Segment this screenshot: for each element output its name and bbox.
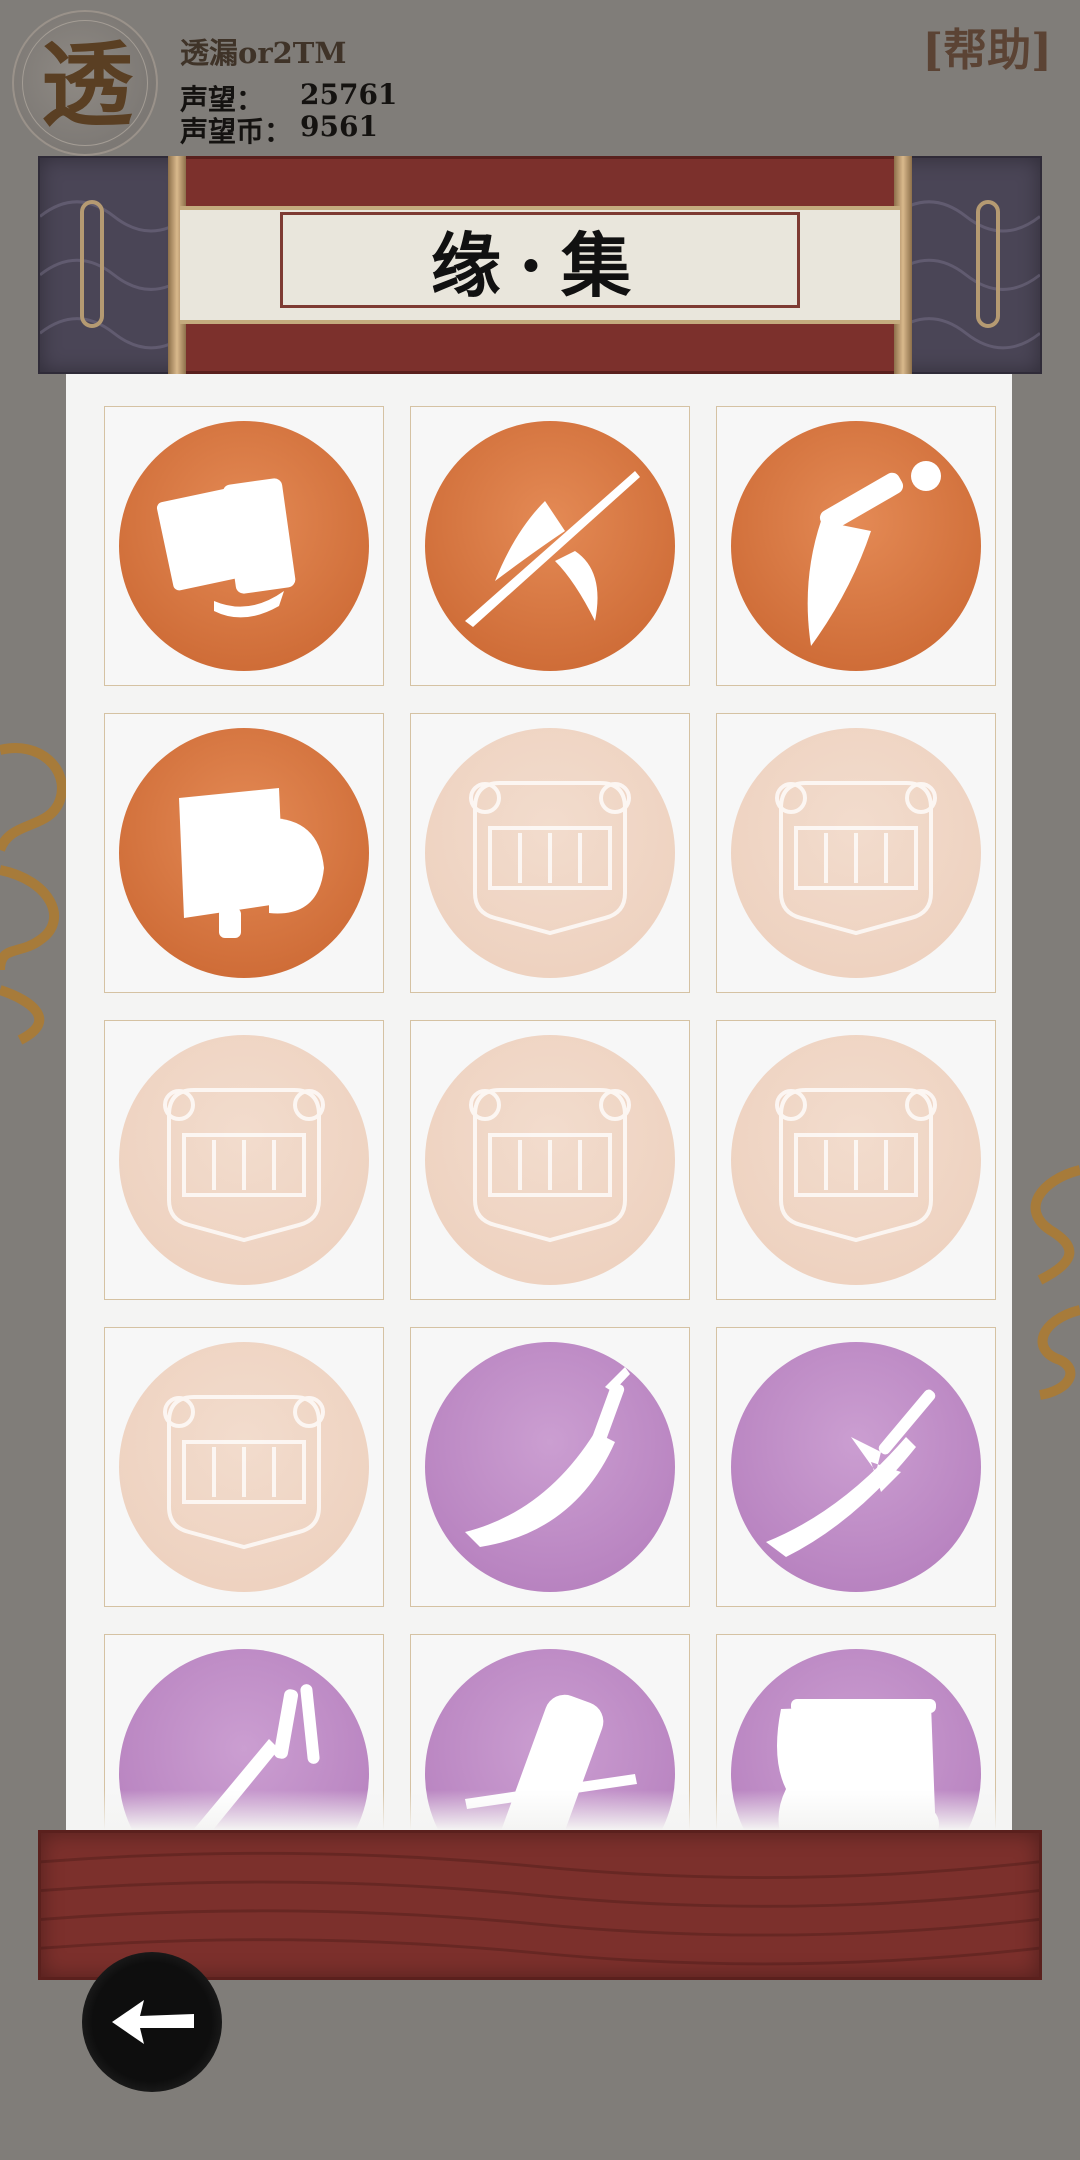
- coin-label: 声望币：: [180, 115, 293, 148]
- scroll-book-item[interactable]: [104, 406, 384, 686]
- faded-disc: [731, 728, 981, 978]
- gold-swirl-decoration-right: [1030, 1165, 1080, 1400]
- orange-disc: [119, 728, 369, 978]
- faded-disc: [425, 1035, 675, 1285]
- locked-item-5[interactable]: [410, 713, 690, 993]
- faded-disc: [425, 728, 675, 978]
- coin-row: 声望币： 9561: [180, 110, 378, 150]
- lock-seal-icon: [163, 1088, 325, 1243]
- locked-item-10[interactable]: [104, 1327, 384, 1607]
- halberd-item[interactable]: [410, 406, 690, 686]
- bamboo-book-icon: [179, 788, 324, 938]
- faded-disc: [119, 1342, 369, 1592]
- broadsword-icon: [465, 1367, 630, 1547]
- locked-item-7[interactable]: [104, 1020, 384, 1300]
- book-scroll-icon: [156, 478, 296, 618]
- serrated-spear-icon: [766, 1389, 936, 1557]
- lock-seal-icon: [469, 781, 631, 936]
- lock-seal-icon: [163, 1395, 325, 1550]
- title-frame: 缘·集: [280, 212, 800, 308]
- locked-item-6[interactable]: [716, 713, 996, 993]
- player-avatar[interactable]: 透: [12, 10, 158, 156]
- lock-seal-icon: [775, 1088, 937, 1243]
- coin-value: 9561: [300, 110, 378, 143]
- panel-fade: [66, 1790, 1012, 1830]
- purple-disc: [731, 1342, 981, 1592]
- halberd-icon: [465, 471, 640, 627]
- lock-seal-icon: [775, 781, 937, 936]
- scroll-hook-right: [976, 200, 1000, 328]
- reputation-value: 25761: [300, 78, 398, 111]
- orange-disc: [425, 421, 675, 671]
- orange-disc: [119, 421, 369, 671]
- help-button[interactable]: [帮助]: [922, 14, 1052, 78]
- faded-disc: [119, 1035, 369, 1285]
- curved-dagger-icon: [807, 461, 941, 646]
- back-button[interactable]: [82, 1952, 222, 2092]
- page-title: 缘·集: [430, 223, 650, 307]
- scroll-hook-left: [80, 200, 104, 328]
- broadsword-item[interactable]: [410, 1327, 690, 1607]
- back-arrow-icon: [112, 2000, 194, 2044]
- player-name: 透漏or2TM: [180, 36, 347, 70]
- avatar-glyph: 透: [40, 31, 133, 139]
- locked-item-9[interactable]: [716, 1020, 996, 1300]
- bamboo-book-item[interactable]: [104, 713, 384, 993]
- serrated-spear-item[interactable]: [716, 1327, 996, 1607]
- purple-disc: [425, 1342, 675, 1592]
- scroll-wing-right: [890, 156, 1042, 374]
- title-scroll: 缘·集: [38, 156, 1042, 374]
- faded-disc: [731, 1035, 981, 1285]
- collection-panel[interactable]: [66, 374, 1012, 1830]
- curved-dagger-item[interactable]: [716, 406, 996, 686]
- locked-item-8[interactable]: [410, 1020, 690, 1300]
- lock-seal-icon: [469, 1088, 631, 1243]
- orange-disc: [731, 421, 981, 671]
